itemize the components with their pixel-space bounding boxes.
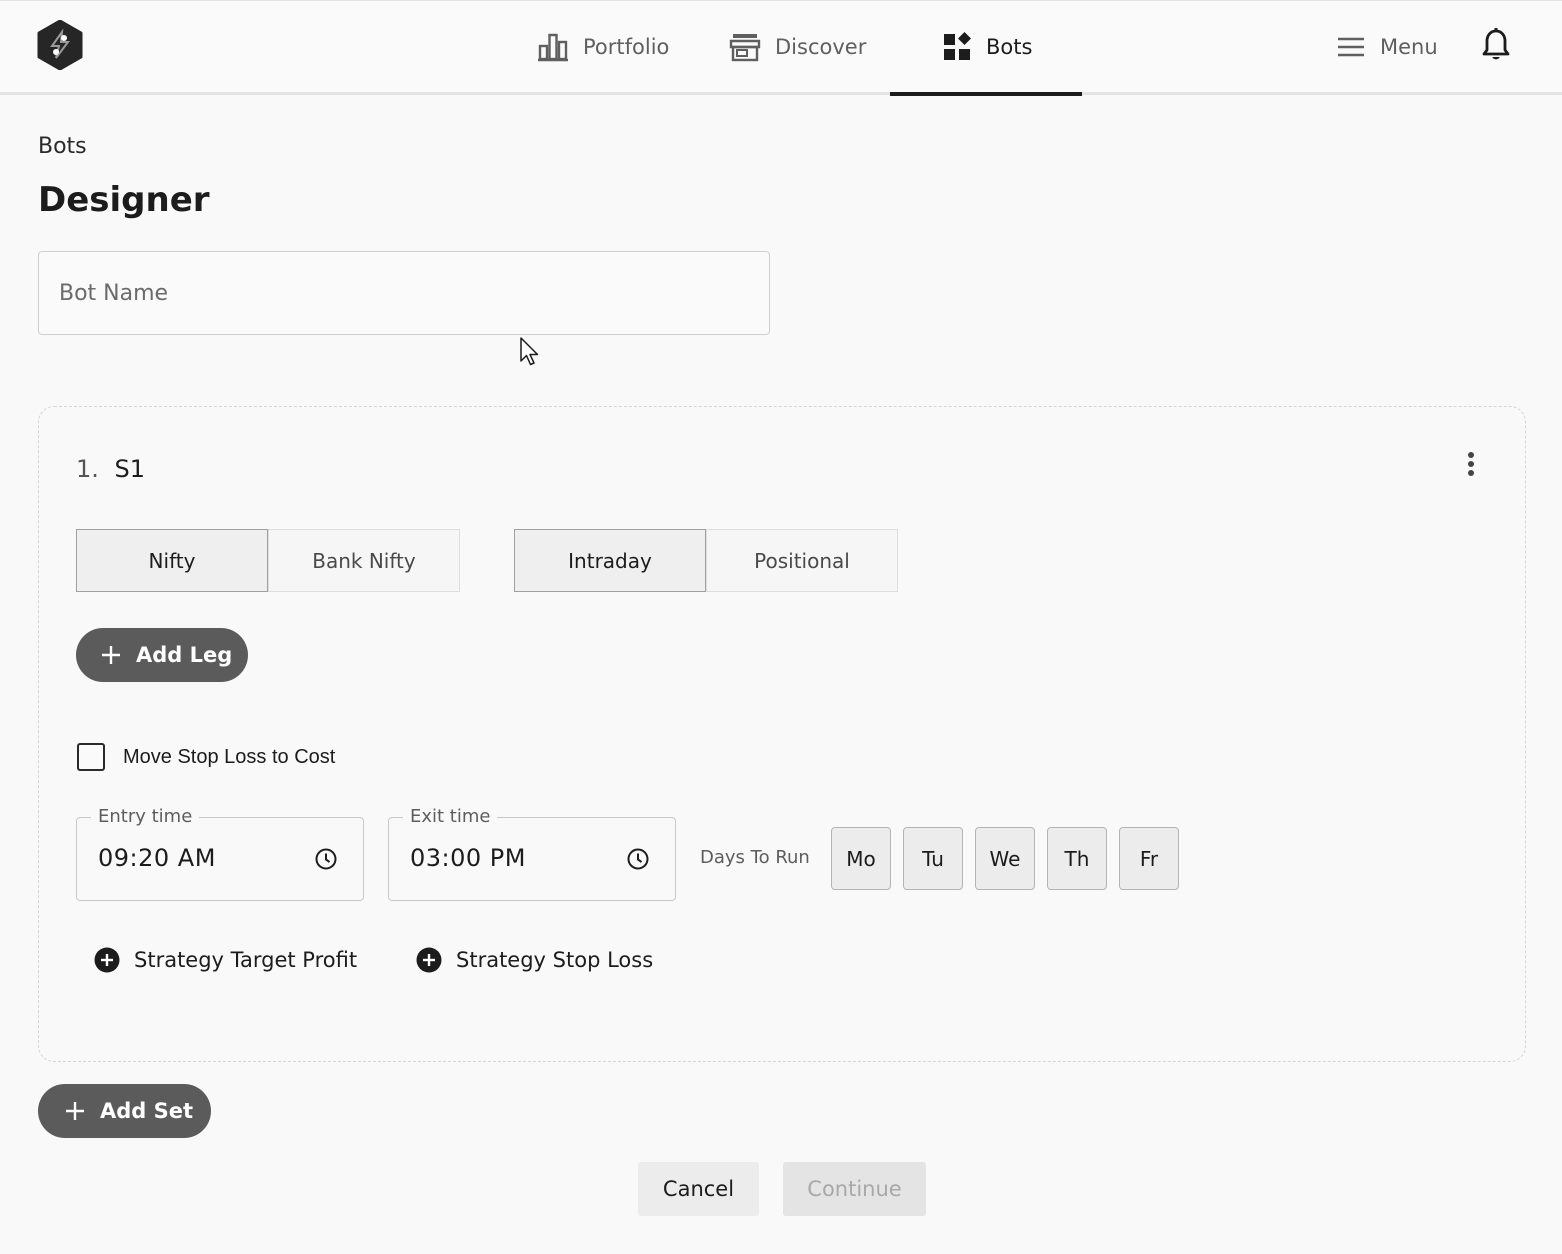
entry-time-label: Entry time <box>91 806 200 827</box>
exit-time-value: 03:00 PM <box>410 844 526 872</box>
cancel-button[interactable]: Cancel <box>638 1162 759 1216</box>
set-title: 1. S1 <box>76 455 145 483</box>
plus-icon <box>102 646 120 664</box>
move-sl-to-cost-checkbox[interactable] <box>77 743 105 771</box>
clock-icon[interactable] <box>314 847 338 871</box>
type-option-intraday[interactable]: Intraday <box>514 529 706 592</box>
logo-icon[interactable] <box>37 20 83 70</box>
entry-time-field[interactable]: Entry time 09:20 AM <box>76 806 364 901</box>
trade-type-selector: Intraday Positional <box>514 529 898 592</box>
add-leg-label: Add Leg <box>136 643 233 667</box>
more-options-icon[interactable] <box>1459 449 1483 479</box>
nav-tab-discover[interactable]: Discover <box>729 1 866 93</box>
add-strategy-target-profit[interactable]: Strategy Target Profit <box>94 947 357 973</box>
nav-tab-bots[interactable]: Bots <box>890 1 1082 96</box>
index-option-bank-nifty[interactable]: Bank Nifty <box>268 529 460 592</box>
day-toggle-monday[interactable]: Mo <box>831 827 891 890</box>
hamburger-icon <box>1338 37 1364 57</box>
nav-tab-bots-label: Bots <box>986 35 1033 59</box>
add-strategy-stop-loss[interactable]: Strategy Stop Loss <box>416 947 653 973</box>
breadcrumb[interactable]: Bots <box>38 134 87 159</box>
store-icon <box>729 34 761 62</box>
widgets-icon <box>944 32 971 60</box>
bot-name-input[interactable] <box>38 251 770 335</box>
exit-time-label: Exit time <box>403 806 498 827</box>
nav-tab-portfolio-label: Portfolio <box>583 35 670 59</box>
menu-label: Menu <box>1380 35 1438 59</box>
active-tab-indicator <box>890 92 1082 96</box>
nav-tab-discover-label: Discover <box>775 35 867 59</box>
entry-time-value: 09:20 AM <box>98 844 216 872</box>
add-circle-icon <box>94 947 120 973</box>
set-card: 1. S1 Nifty Bank Nifty Intraday Position… <box>38 406 1526 1062</box>
day-toggle-friday[interactable]: Fr <box>1119 827 1179 890</box>
index-option-nifty[interactable]: Nifty <box>76 529 268 592</box>
set-number: 1. <box>76 455 99 483</box>
nav-tab-portfolio[interactable]: Portfolio <box>537 1 669 93</box>
day-toggle-tuesday[interactable]: Tu <box>903 827 963 890</box>
continue-button[interactable]: Continue <box>783 1162 926 1216</box>
add-set-label: Add Set <box>100 1099 194 1123</box>
bar-chart-icon <box>538 33 568 62</box>
set-name: S1 <box>114 455 146 483</box>
day-toggle-thursday[interactable]: Th <box>1047 827 1107 890</box>
menu-button[interactable]: Menu <box>1336 1 1438 93</box>
days-to-run-label: Days To Run <box>700 847 810 868</box>
move-sl-to-cost-label: Move Stop Loss to Cost <box>123 745 336 768</box>
strategy-target-profit-label: Strategy Target Profit <box>134 948 358 972</box>
bell-icon[interactable] <box>1480 27 1512 63</box>
strategy-stop-loss-label: Strategy Stop Loss <box>456 948 654 972</box>
move-sl-to-cost-option[interactable]: Move Stop Loss to Cost <box>77 743 335 771</box>
exit-time-field[interactable]: Exit time 03:00 PM <box>388 806 676 901</box>
add-leg-button[interactable]: Add Leg <box>76 628 248 682</box>
page-title: Designer <box>38 180 210 220</box>
plus-icon <box>66 1102 84 1120</box>
mouse-cursor-icon <box>520 337 539 366</box>
clock-icon[interactable] <box>626 847 650 871</box>
top-navigation-bar: Portfolio Discover Bots Menu <box>0 0 1562 96</box>
index-selector: Nifty Bank Nifty <box>76 529 460 592</box>
day-toggle-wednesday[interactable]: We <box>975 827 1035 890</box>
type-option-positional[interactable]: Positional <box>706 529 898 592</box>
add-set-button[interactable]: Add Set <box>38 1084 211 1138</box>
add-circle-icon <box>416 947 442 973</box>
